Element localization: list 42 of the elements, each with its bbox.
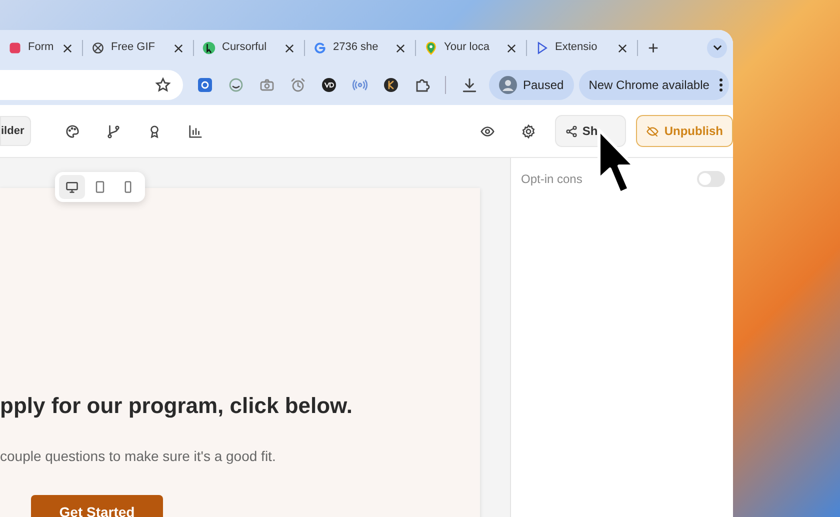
update-button[interactable]: New Chrome available [578,70,730,100]
camera-icon[interactable] [258,77,274,93]
browser-tab[interactable]: Free GIF [83,30,193,65]
vd-icon[interactable] [320,77,336,93]
tab-search-button[interactable] [707,38,727,58]
browser-tab[interactable]: Your loca [416,30,526,65]
subtitle: couple questions to make sure it's a good fit. [0,447,277,466]
avatar-icon [499,76,517,94]
profile-button[interactable]: Paused [489,70,574,100]
face-icon[interactable] [228,77,244,93]
download-icon[interactable] [461,76,478,94]
triangle-icon [535,40,549,54]
eye-icon[interactable] [480,124,496,138]
palette-icon[interactable] [65,124,80,138]
form-icon [8,40,22,54]
bar-chart-icon[interactable] [188,124,204,138]
settings-icon[interactable] [521,124,536,138]
builder-button[interactable]: ilder [0,116,32,146]
share-icon [565,124,578,138]
chevron-down-icon [712,43,722,52]
browser-tab[interactable]: Extensio [527,30,637,65]
star-icon[interactable] [155,77,171,93]
google-icon [313,40,327,54]
setting-label: Opt-in cons [521,171,582,188]
toggle-switch[interactable] [697,171,725,187]
eye-off-icon [646,124,660,138]
desktop-icon[interactable] [65,180,79,194]
share-button[interactable]: Sh [555,115,626,147]
puzzle-icon[interactable] [414,77,430,93]
tablet-icon[interactable] [93,180,107,194]
alarm-clock-icon[interactable] [290,77,306,93]
browser-tab[interactable]: Cursorful [194,30,304,65]
new-tab-button[interactable]: + [646,38,661,56]
broadcast-icon[interactable] [352,77,368,93]
cursor-icon [202,40,216,54]
browser-tab[interactable]: Form [0,30,82,65]
heading: pply for our program, click below. [0,393,354,420]
browser-tab[interactable]: 2736 she [305,30,415,65]
more-icon [719,78,724,92]
map-pin-icon [424,40,438,54]
k-icon[interactable] [382,77,398,93]
branch-icon[interactable] [106,124,122,138]
